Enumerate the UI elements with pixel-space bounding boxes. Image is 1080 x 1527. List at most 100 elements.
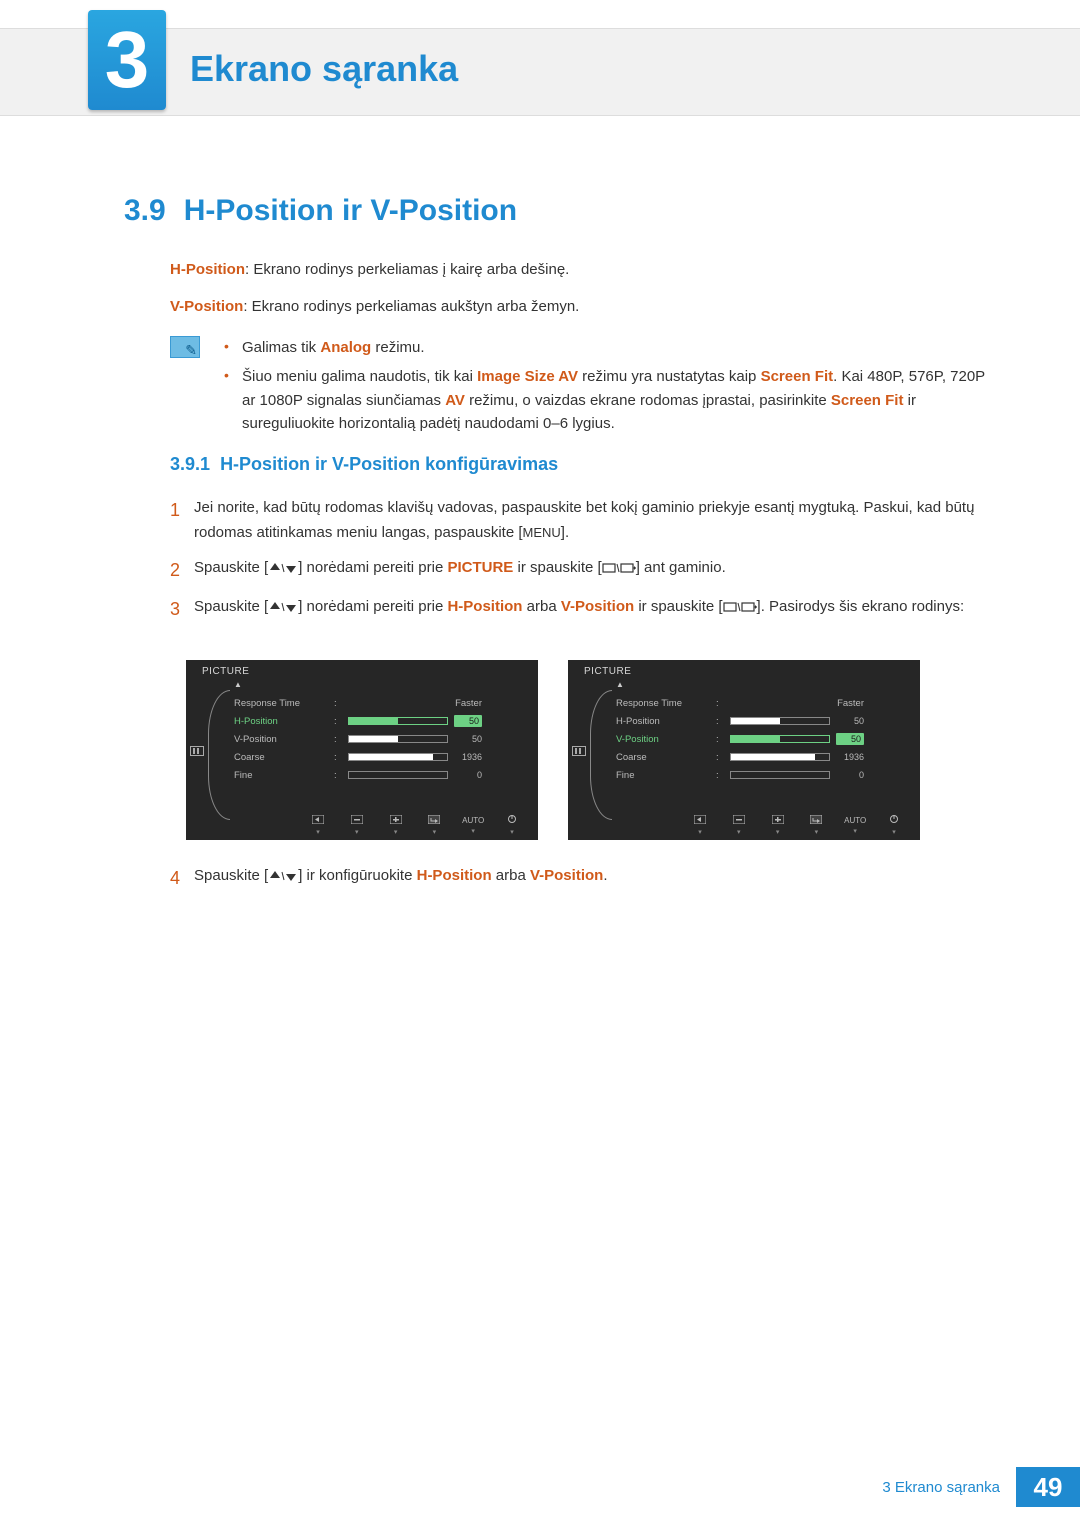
page-footer: 3 Ekrano sąranka 49	[882, 1467, 1080, 1507]
subsection-title: H-Position ir V-Position konfigūravimas	[220, 454, 558, 474]
osd-item-value: 1936	[454, 752, 482, 762]
note-item-2: Šiuo meniu galima naudotis, tik kai Imag…	[224, 365, 990, 435]
osd-item-label: V-Position	[616, 734, 716, 745]
osd-slider-bar	[730, 771, 830, 779]
osd-item-label: Fine	[234, 770, 334, 781]
subsection-heading: 3.9.1 H-Position ir V-Position konfigūra…	[170, 454, 558, 475]
step-1: 1 Jei norite, kad būtų rodomas klavišų v…	[170, 496, 990, 546]
osd-item-label: V-Position	[234, 734, 334, 745]
osd-enter-icon	[810, 815, 822, 824]
osd-item-label: Response Time	[234, 698, 334, 709]
note-block: Galimas tik Analog režimu. Šiuo meniu ga…	[170, 336, 990, 441]
osd-slider-bar	[730, 753, 830, 761]
subsection-number: 3.9.1	[170, 454, 210, 474]
osd-item-value: 1936	[836, 752, 864, 762]
osd-up-arrow-icon: ▲	[234, 680, 242, 689]
osd-item: Response Time:Faster	[616, 694, 902, 712]
osd-item: H-Position:50	[234, 712, 520, 730]
osd-item-label: H-Position	[616, 716, 716, 727]
osd-bottom-controls: ▾▾▾▾AUTO▾▾	[306, 814, 524, 836]
section-heading: 3.9 H-Position ir V-Position	[124, 194, 517, 228]
step-number: 1	[170, 496, 194, 546]
osd-slider-bar	[348, 771, 448, 779]
chapter-number-badge: 3	[88, 10, 166, 110]
osd-curve-decoration	[590, 690, 612, 820]
footer-chapter: 3 Ekrano sąranka	[882, 1479, 1000, 1496]
osd-minus-icon	[733, 815, 745, 824]
osd-item-label: Response Time	[616, 698, 716, 709]
osd-item: Response Time:Faster	[234, 694, 520, 712]
osd-back-icon	[312, 815, 324, 824]
osd-item-value: 50	[454, 734, 482, 744]
osd-item: Coarse:1936	[234, 748, 520, 766]
footer-page-number: 49	[1016, 1467, 1080, 1507]
hpos-text: : Ekrano rodinys perkeliamas į kairę arb…	[245, 261, 569, 278]
osd-side-icon	[190, 746, 204, 756]
osd-item-label: H-Position	[234, 716, 334, 727]
step-4-container: 4 Spauskite [] ir konfigūruokite H-Posit…	[170, 864, 990, 904]
osd-slider-bar	[730, 717, 830, 725]
osd-item-value: Faster	[455, 698, 482, 709]
osd-item: Fine:0	[234, 766, 520, 784]
osd-item-value: 50	[836, 733, 864, 745]
step-number: 3	[170, 595, 194, 625]
enter-source-icon	[602, 562, 636, 574]
enter-source-icon	[723, 601, 757, 613]
osd-auto-label: AUTO	[844, 816, 866, 825]
section-number: 3.9	[124, 194, 166, 227]
osd-panel-v-position: PICTURE ▲ Response Time:FasterH-Position:5…	[568, 660, 920, 840]
note-item-1: Galimas tik Analog režimu.	[224, 336, 990, 359]
osd-slider-bar	[348, 753, 448, 761]
osd-slider-bar	[730, 735, 830, 743]
osd-menu-list: Response Time:FasterH-Position:50V-Posit…	[234, 694, 520, 784]
osd-title: PICTURE	[584, 666, 631, 677]
osd-item-value: 0	[454, 770, 482, 780]
step-number: 2	[170, 556, 194, 586]
osd-enter-icon	[428, 815, 440, 824]
osd-auto-label: AUTO	[462, 816, 484, 825]
osd-item-value: 50	[454, 715, 482, 727]
osd-menu-list: Response Time:FasterH-Position:50V-Posit…	[616, 694, 902, 784]
osd-slider-bar	[348, 735, 448, 743]
osd-panel-h-position: PICTURE ▲ Response Time:FasterH-Position:5…	[186, 660, 538, 840]
osd-item-value: Faster	[837, 698, 864, 709]
osd-item-label: Coarse	[234, 752, 334, 763]
osd-side-icon	[572, 746, 586, 756]
osd-minus-icon	[351, 815, 363, 824]
step-4: 4 Spauskite [] ir konfigūruokite H-Posit…	[170, 864, 990, 894]
osd-item: Fine:0	[616, 766, 902, 784]
vpos-label: V-Position	[170, 298, 243, 315]
osd-item-value: 50	[836, 716, 864, 726]
osd-item-value: 0	[836, 770, 864, 780]
osd-plus-icon	[390, 815, 402, 824]
vpos-text: : Ekrano rodinys perkeliamas aukštyn arb…	[243, 298, 579, 315]
osd-screenshots-row: PICTURE▲Response Time:FasterH-Position:5…	[186, 660, 920, 840]
osd-curve-decoration	[208, 690, 230, 820]
osd-item: V-Position:50	[616, 730, 902, 748]
osd-plus-icon	[772, 815, 784, 824]
osd-item: V-Position:50	[234, 730, 520, 748]
up-down-arrow-icon	[268, 562, 298, 574]
step-3: 3 Spauskite [] norėdami pereiti prie H-P…	[170, 595, 990, 625]
osd-item-label: Fine	[616, 770, 716, 781]
osd-back-icon	[694, 815, 706, 824]
osd-title: PICTURE	[202, 666, 249, 677]
section-title: H-Position ir V-Position	[184, 194, 517, 227]
chapter-title: Ekrano sąranka	[190, 48, 458, 90]
intro-block: H-Position: Ekrano rodinys perkeliamas į…	[170, 258, 990, 333]
osd-up-arrow-icon: ▲	[616, 680, 624, 689]
steps-list: 1 Jei norite, kad būtų rodomas klavišų v…	[170, 496, 990, 635]
hpos-label: H-Position	[170, 261, 245, 278]
osd-item: Coarse:1936	[616, 748, 902, 766]
note-icon	[170, 336, 200, 358]
osd-item: H-Position:50	[616, 712, 902, 730]
osd-power-icon	[889, 814, 899, 824]
up-down-arrow-icon	[268, 601, 298, 613]
osd-power-icon	[507, 814, 517, 824]
osd-slider-bar	[348, 717, 448, 725]
osd-bottom-controls: ▾▾▾▾AUTO▾▾	[688, 814, 906, 836]
step-2: 2 Spauskite [] norėdami pereiti prie PIC…	[170, 556, 990, 586]
osd-item-label: Coarse	[616, 752, 716, 763]
up-down-arrow-icon	[268, 870, 298, 882]
step-number: 4	[170, 864, 194, 894]
